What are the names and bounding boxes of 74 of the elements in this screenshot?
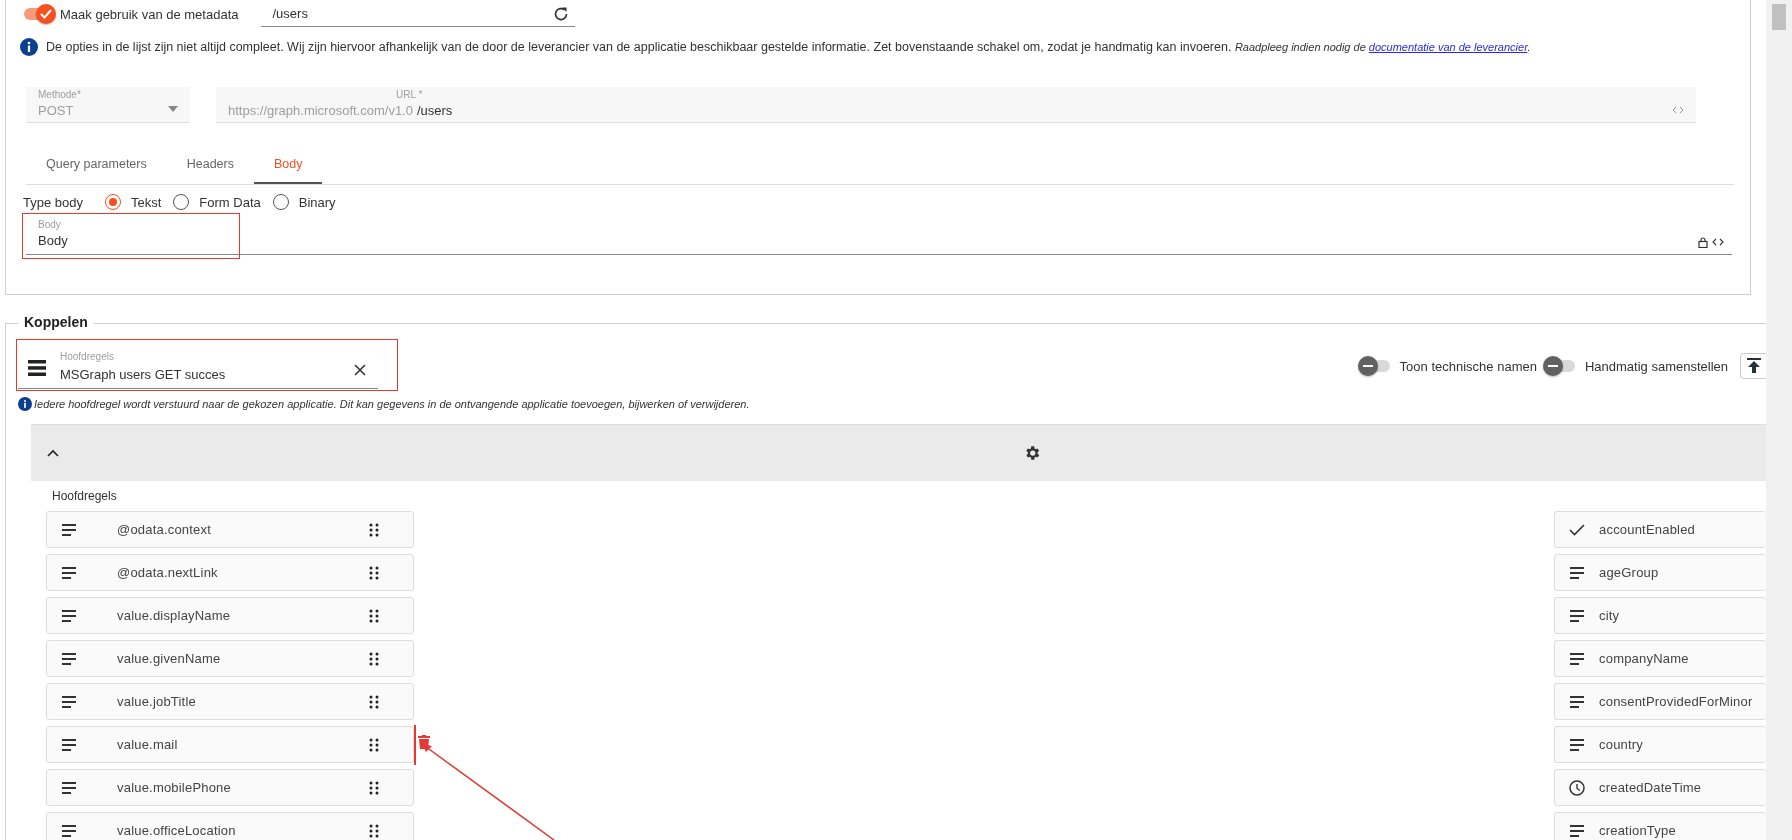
tab[interactable]: Body [254, 146, 323, 184]
location-field[interactable]: /users [260, 1, 575, 27]
field-item[interactable]: ageGroup [1554, 554, 1766, 591]
metadata-label: Maak gebruik van de metadata [60, 6, 239, 22]
field-item[interactable]: value.mobilePhone [46, 769, 414, 806]
info-icon [20, 38, 38, 56]
lines-icon [1569, 609, 1585, 622]
field-item[interactable]: @odata.context [46, 511, 414, 548]
field-item[interactable]: companyName [1554, 640, 1766, 677]
toggle-label: Toon technische namen [1399, 358, 1537, 374]
drag-handle-icon[interactable] [369, 651, 379, 666]
radio-label: Form Data [199, 194, 261, 210]
body-field[interactable]: Body Body [26, 217, 1732, 255]
check-icon [40, 9, 52, 19]
info-icon [18, 397, 32, 411]
tab[interactable]: Headers [166, 146, 254, 184]
lines-icon [1569, 695, 1585, 708]
field-item[interactable]: @odata.nextLink [46, 554, 414, 591]
lines-icon [61, 824, 77, 837]
lock-icon[interactable] [1698, 237, 1708, 248]
radio-label: Binary [298, 194, 336, 210]
lines-icon [61, 781, 77, 794]
field-item[interactable]: value.officeLocation [46, 812, 414, 840]
lines-icon [61, 523, 77, 536]
lines-icon [1569, 738, 1585, 751]
field-item[interactable]: value.displayName [46, 597, 414, 634]
dropdown-caret-icon [168, 106, 178, 112]
minus-icon [1362, 365, 1373, 367]
drag-handle-icon[interactable] [369, 823, 379, 838]
hoofdregels-field[interactable]: Hoofdregels MSGraph users GET succes [18, 343, 378, 389]
drop-indicator [414, 725, 416, 765]
minus-icon [1547, 365, 1558, 367]
code-icon [1672, 106, 1684, 114]
refresh-icon[interactable] [552, 5, 569, 22]
lines-icon [1569, 824, 1585, 837]
clock-icon [1569, 779, 1585, 796]
tab[interactable]: Query parameters [26, 146, 167, 184]
drag-handle-icon[interactable] [369, 565, 379, 580]
lines-icon [61, 566, 77, 579]
field-item[interactable]: consentProvidedForMinor [1554, 683, 1766, 720]
lines-icon [61, 738, 77, 751]
documentation-link[interactable]: documentatie van de leverancier [1368, 41, 1528, 53]
drag-handle-icon[interactable] [369, 522, 379, 537]
lines-icon [1569, 566, 1585, 579]
lines-icon [61, 652, 77, 665]
field-item[interactable]: city [1554, 597, 1766, 634]
menu-icon [28, 360, 46, 376]
section-title: Koppelen [18, 314, 94, 330]
check-icon [1569, 523, 1585, 536]
type-body-label: Type body [23, 194, 83, 210]
lines-icon [1569, 652, 1585, 665]
drag-handle-icon[interactable] [369, 608, 379, 623]
list-label: Hoofdregels [52, 489, 118, 503]
field-item[interactable]: country [1554, 726, 1766, 763]
field-item[interactable]: creationType [1554, 812, 1766, 840]
field-item[interactable]: value.jobTitle [46, 683, 414, 720]
lines-icon [61, 695, 77, 708]
field-item[interactable]: accountEnabled [1554, 511, 1766, 548]
info-text: De opties in de lijst zijn niet altijd compleet. Wij zijn hiervoor afhankelijk van de door de leverancier van de applicatie beschikbaar gestelde informatie. Zet bovenstaande schakel om, zodat je handmatig kan invoeren. Raadpleeg indien nodig de documentatie van de leverancier. [46, 40, 1531, 54]
move-to-top-button[interactable] [1740, 353, 1766, 379]
field-item[interactable]: createdDateTime [1554, 769, 1766, 806]
drag-handle-icon[interactable] [369, 780, 379, 795]
chevron-up-icon[interactable] [47, 449, 59, 457]
field-item[interactable]: value.givenName [46, 640, 414, 677]
toggle-label: Handmatig samenstellen [1584, 358, 1728, 374]
code-icon[interactable] [1712, 237, 1724, 247]
drag-handle-icon[interactable] [369, 694, 379, 709]
drag-handle-icon[interactable] [369, 737, 379, 752]
info-text: Iedere hoofdregel wordt verstuurd naar de gekozen applicatie. Dit kan gegevens in de ontvangende applicatie toevoegen, bijwerken of verwijderen. [34, 398, 750, 410]
scrollbar[interactable] [1766, 0, 1792, 840]
radio-label: Tekst [131, 194, 162, 210]
arrow-up-icon [1746, 358, 1761, 374]
lines-icon [61, 609, 77, 622]
close-icon[interactable] [354, 364, 366, 376]
